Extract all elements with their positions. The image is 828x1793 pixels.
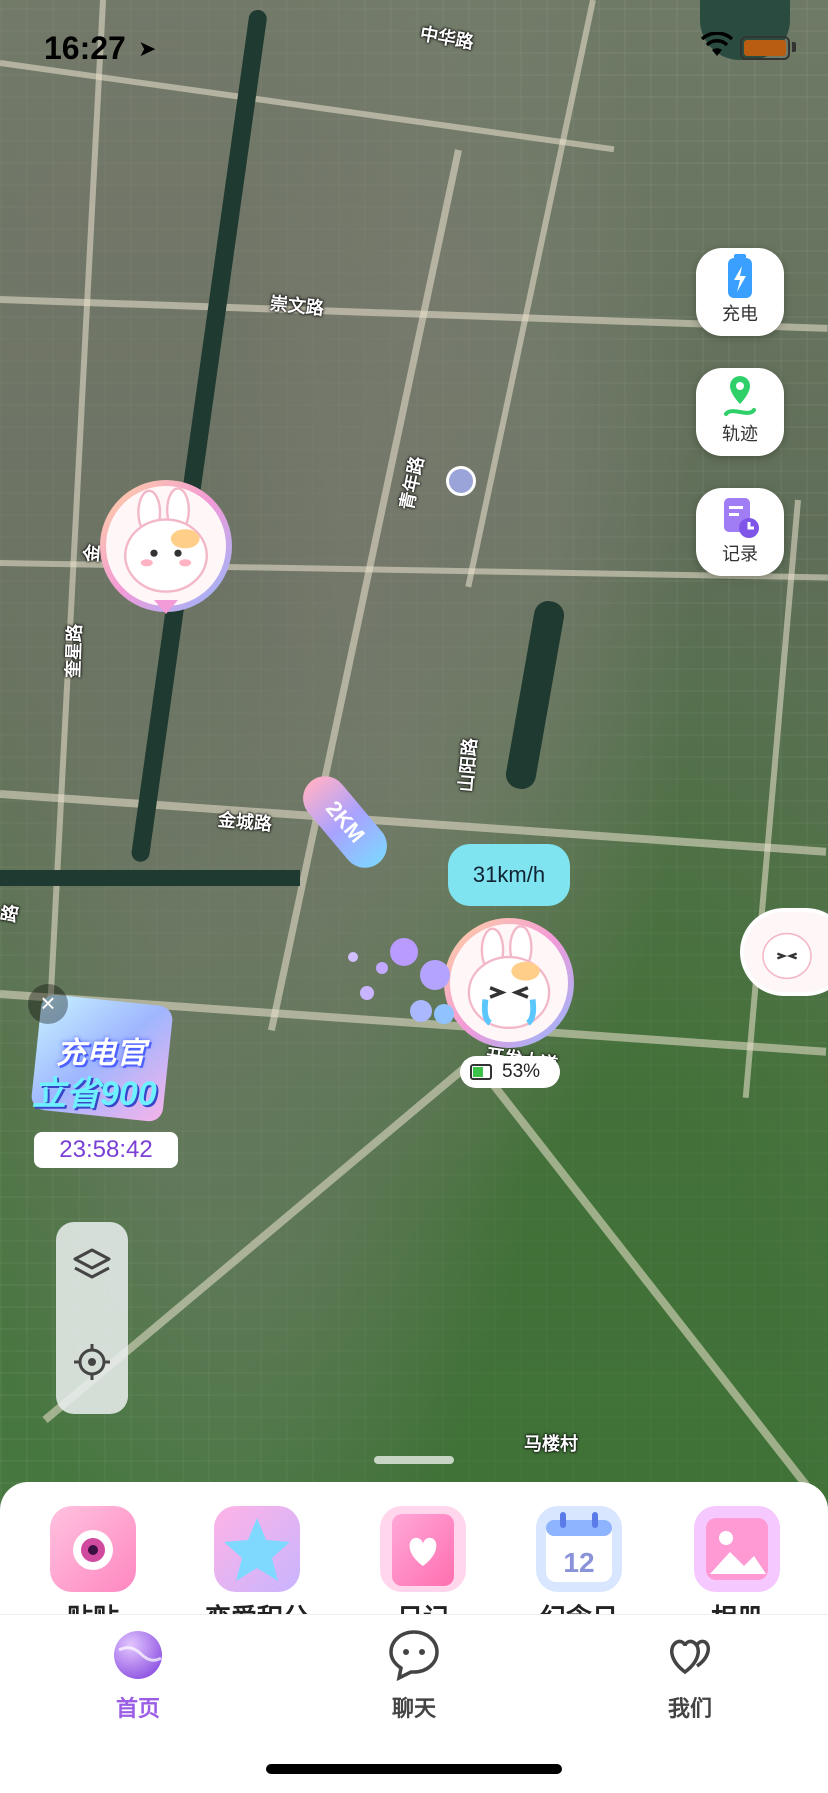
status-bar: 16:27 ➤ bbox=[0, 0, 828, 100]
planet-home-icon bbox=[114, 1631, 162, 1679]
locate-icon[interactable] bbox=[72, 1342, 112, 1382]
camera-icon[interactable] bbox=[48, 1504, 138, 1594]
offscreen-avatar-pin[interactable] bbox=[740, 908, 828, 996]
avatar bbox=[744, 912, 828, 992]
partner-battery-badge: 53% bbox=[460, 1056, 560, 1088]
battery-icon bbox=[470, 1064, 492, 1080]
road-label: 青年路 bbox=[396, 454, 428, 512]
promo-subtitle: 立省900 bbox=[32, 1075, 157, 1113]
battery-icon bbox=[740, 36, 790, 60]
road-label: 奎星路 bbox=[63, 623, 85, 679]
charge-button[interactable]: 充电 bbox=[696, 248, 784, 336]
road-label: 马楼村 bbox=[524, 1434, 578, 1454]
road-label: 山阳路 bbox=[455, 737, 481, 793]
track-button[interactable]: 轨迹 bbox=[696, 368, 784, 456]
layers-icon[interactable] bbox=[72, 1246, 112, 1286]
panel-drag-handle[interactable] bbox=[374, 1456, 454, 1464]
wifi-icon bbox=[700, 32, 734, 56]
tab-us[interactable]: 我们 bbox=[630, 1628, 750, 1723]
avatar bbox=[106, 486, 226, 606]
avatar-pin-tail bbox=[154, 600, 178, 614]
tab-label: 聊天 bbox=[391, 1696, 436, 1721]
photo-album-icon[interactable] bbox=[692, 1504, 782, 1594]
tab-label: 首页 bbox=[115, 1696, 160, 1721]
star-icon[interactable] bbox=[212, 1504, 302, 1594]
battery-cap bbox=[792, 42, 796, 52]
speed-badge: 31km/h bbox=[448, 844, 570, 906]
record-calendar-icon bbox=[724, 498, 759, 538]
calendar-12-icon[interactable]: 12 bbox=[534, 1504, 624, 1594]
road-label: 路 bbox=[0, 902, 22, 924]
heart-book-icon[interactable] bbox=[378, 1504, 468, 1594]
side-button-label: 记录 bbox=[722, 544, 758, 564]
road-label: 崇文路 bbox=[268, 293, 325, 319]
chat-bubble-icon bbox=[389, 1630, 439, 1682]
road-label: 金城路 bbox=[217, 809, 273, 835]
map-controls bbox=[56, 1222, 128, 1414]
crying-bunny-avatar-icon bbox=[762, 932, 812, 980]
location-arrow-icon: ➤ bbox=[138, 36, 157, 61]
battery-charge-icon bbox=[728, 254, 752, 298]
poi-dot bbox=[446, 466, 476, 496]
partner-avatar-pin[interactable] bbox=[444, 918, 574, 1048]
promo-countdown: 23:58:42 bbox=[34, 1132, 178, 1168]
svg-text:12: 12 bbox=[563, 1547, 594, 1578]
record-button[interactable]: 记录 bbox=[696, 488, 784, 576]
side-button-label: 充电 bbox=[722, 304, 758, 324]
avatar bbox=[450, 924, 568, 1042]
bunny-avatar-icon bbox=[124, 487, 208, 593]
home-indicator bbox=[266, 1764, 562, 1774]
status-time: 16:27 bbox=[44, 30, 126, 66]
close-icon[interactable]: × bbox=[28, 984, 68, 1024]
crying-bunny-avatar-icon bbox=[467, 925, 551, 1030]
partner-battery-value: 53% bbox=[502, 1061, 541, 1082]
track-pin-icon bbox=[724, 376, 756, 416]
tab-label: 我们 bbox=[667, 1696, 712, 1721]
user-avatar-pin[interactable] bbox=[100, 480, 232, 612]
side-button-label: 轨迹 bbox=[722, 424, 758, 444]
tab-chat[interactable]: 聊天 bbox=[354, 1628, 474, 1723]
two-hearts-icon bbox=[670, 1639, 711, 1675]
tab-home[interactable]: 首页 bbox=[78, 1628, 198, 1723]
